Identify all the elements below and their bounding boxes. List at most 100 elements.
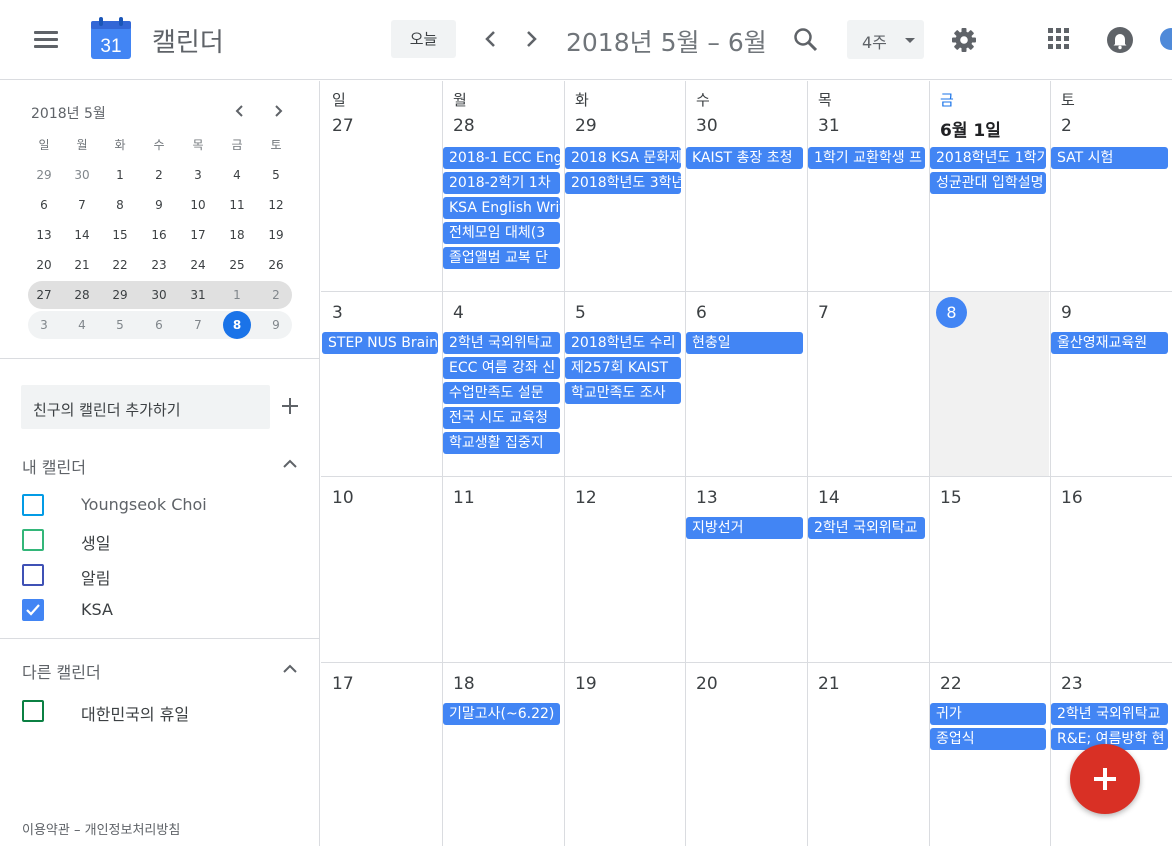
settings-button[interactable] [950, 26, 978, 54]
search-button[interactable] [790, 24, 822, 56]
mini-day[interactable]: 31 [179, 281, 217, 309]
day-number[interactable]: 18 [453, 674, 475, 694]
calendar-event[interactable]: 2학년 국외위탁교 [1051, 703, 1168, 725]
mini-day[interactable]: 26 [257, 251, 295, 279]
mini-day[interactable]: 28 [63, 281, 101, 309]
day-number[interactable]: 6월 1일 [940, 116, 1001, 141]
calendar-event[interactable]: 현충일 [686, 332, 803, 354]
mini-day[interactable]: 7 [179, 311, 217, 339]
mini-day[interactable]: 4 [63, 311, 101, 339]
calendar-event[interactable]: 2학년 국외위탁교 [443, 332, 560, 354]
calendar-event[interactable]: 2018학년도 수리 [565, 332, 681, 354]
mini-day[interactable]: 12 [257, 191, 295, 219]
mini-day[interactable]: 18 [218, 221, 256, 249]
today-button[interactable]: 오늘 [391, 20, 456, 58]
calendar-event[interactable]: 귀가 [930, 703, 1046, 725]
mini-day[interactable]: 20 [25, 251, 63, 279]
add-calendar-button[interactable] [279, 395, 301, 417]
day-number[interactable]: 22 [940, 674, 962, 694]
day-number[interactable]: 3 [332, 303, 343, 323]
create-event-button[interactable] [1070, 744, 1140, 814]
day-number[interactable]: 10 [332, 488, 354, 508]
mini-day[interactable]: 3 [25, 311, 63, 339]
mini-day[interactable]: 10 [179, 191, 217, 219]
calendar-event[interactable]: 제257회 KAIST [565, 357, 681, 379]
mini-next-month-button[interactable] [268, 101, 288, 121]
mini-day[interactable]: 2 [140, 161, 178, 189]
other-calendars-collapse-button[interactable] [279, 658, 301, 680]
calendar-event[interactable]: 종업식 [930, 728, 1046, 750]
calendar-event[interactable]: 지방선거 [686, 517, 803, 539]
calendar-event[interactable]: 2018 KSA 문화제 [565, 147, 681, 169]
calendar-event[interactable]: SAT 시험 [1051, 147, 1168, 169]
calendar-event[interactable]: 1학기 교환학생 프 [808, 147, 925, 169]
my-calendars-collapse-button[interactable] [279, 453, 301, 475]
add-friend-calendar-input[interactable]: 친구의 캘린더 추가하기 [21, 385, 270, 429]
mini-day[interactable]: 11 [218, 191, 256, 219]
calendar-event[interactable]: 울산영재교육원 [1051, 332, 1168, 354]
mini-day[interactable]: 2 [257, 281, 295, 309]
previous-period-button[interactable] [476, 24, 506, 54]
mini-day[interactable]: 1 [101, 161, 139, 189]
mini-day[interactable]: 16 [140, 221, 178, 249]
mini-day[interactable]: 5 [257, 161, 295, 189]
day-number[interactable]: 28 [453, 116, 475, 136]
calendar-event[interactable]: 2학년 국외위탁교 [808, 517, 925, 539]
day-number[interactable]: 4 [453, 303, 464, 323]
mini-day[interactable]: 25 [218, 251, 256, 279]
calendar-event[interactable]: 2018학년도 3학년 [565, 172, 681, 194]
checkbox-checked[interactable] [22, 599, 44, 621]
day-number[interactable]: 29 [575, 116, 597, 136]
mini-day[interactable]: 9 [140, 191, 178, 219]
day-number[interactable]: 13 [696, 488, 718, 508]
mini-day[interactable]: 4 [218, 161, 256, 189]
next-period-button[interactable] [516, 24, 546, 54]
mini-day[interactable]: 22 [101, 251, 139, 279]
day-number[interactable]: 2 [1061, 116, 1072, 136]
calendar-list-item[interactable]: 알림 [20, 561, 300, 589]
main-menu-icon[interactable] [34, 29, 58, 49]
calendar-event[interactable]: KSA English Writing [443, 197, 560, 219]
today-date-badge[interactable]: 8 [936, 297, 967, 328]
mini-day[interactable]: 27 [25, 281, 63, 309]
account-avatar[interactable] [1160, 28, 1172, 50]
mini-day[interactable]: 30 [140, 281, 178, 309]
checkbox[interactable] [22, 564, 44, 586]
day-number[interactable]: 14 [818, 488, 840, 508]
calendar-list-item[interactable]: 대한민국의 휴일 [20, 697, 300, 725]
mini-day[interactable]: 29 [25, 161, 63, 189]
mini-day[interactable]: 6 [25, 191, 63, 219]
calendar-event[interactable]: ECC 여름 강좌 신 [443, 357, 560, 379]
day-number[interactable]: 12 [575, 488, 597, 508]
notifications-button[interactable] [1106, 26, 1134, 54]
calendar-event[interactable]: 수업만족도 설문 [443, 382, 560, 404]
calendar-event[interactable]: 전체모임 대체(3 [443, 222, 560, 244]
mini-day[interactable]: 5 [101, 311, 139, 339]
day-number[interactable]: 6 [696, 303, 707, 323]
calendar-list-item[interactable]: KSA [20, 596, 300, 624]
calendar-event[interactable]: 2018학년도 1학기 [930, 147, 1046, 169]
calendar-event[interactable]: STEP NUS Brain [322, 332, 438, 354]
footer-links[interactable]: 이용약관 – 개인정보처리방침 [22, 819, 180, 838]
mini-day[interactable]: 17 [179, 221, 217, 249]
checkbox[interactable] [22, 700, 44, 722]
day-number[interactable]: 23 [1061, 674, 1083, 694]
calendar-event[interactable]: 성균관대 입학설명 [930, 172, 1046, 194]
mini-day[interactable]: 3 [179, 161, 217, 189]
calendar-list-item[interactable]: 생일 [20, 526, 300, 554]
checkbox[interactable] [22, 529, 44, 551]
calendar-event[interactable]: 전국 시도 교육청 [443, 407, 560, 429]
mini-day[interactable]: 8 [218, 311, 256, 339]
calendar-event[interactable]: KAIST 총장 초청 [686, 147, 803, 169]
day-number[interactable]: 9 [1061, 303, 1072, 323]
view-switcher-dropdown[interactable]: 4주 [847, 20, 924, 59]
mini-day[interactable]: 8 [101, 191, 139, 219]
day-number[interactable]: 20 [696, 674, 718, 694]
mini-day[interactable]: 30 [63, 161, 101, 189]
mini-day[interactable]: 29 [101, 281, 139, 309]
day-number[interactable]: 19 [575, 674, 597, 694]
mini-day[interactable]: 24 [179, 251, 217, 279]
day-number[interactable]: 16 [1061, 488, 1083, 508]
day-number[interactable]: 15 [940, 488, 962, 508]
mini-day[interactable]: 19 [257, 221, 295, 249]
